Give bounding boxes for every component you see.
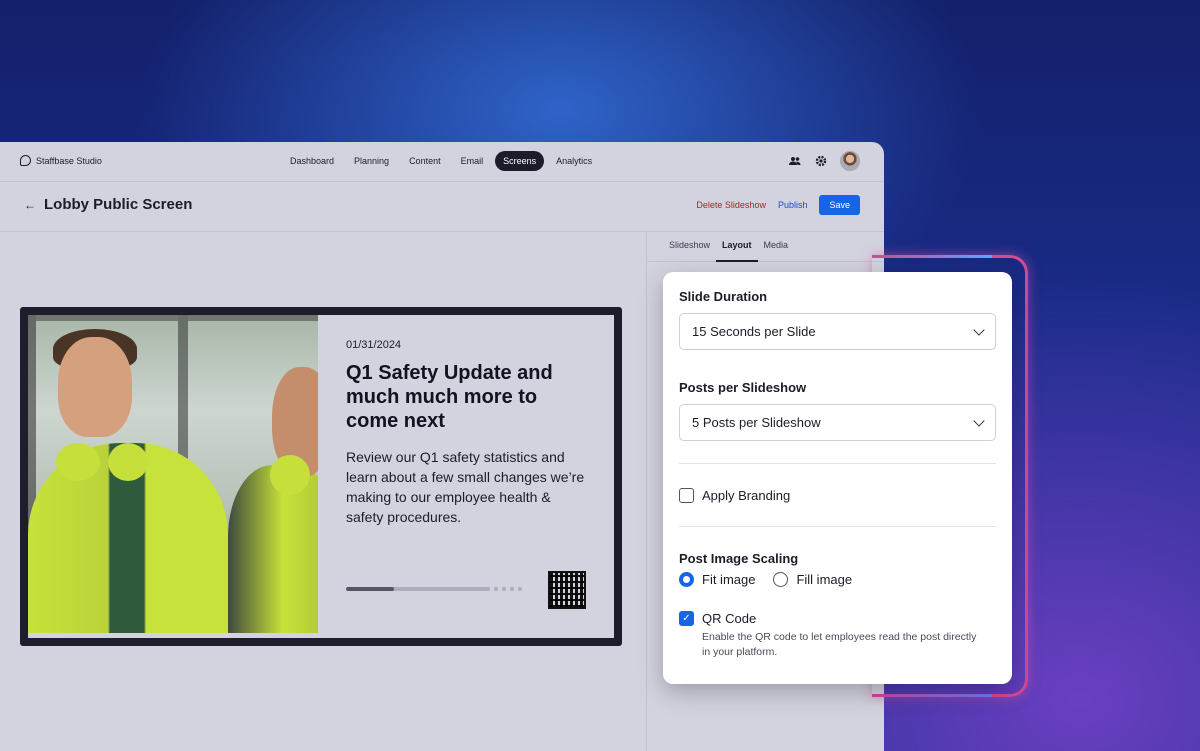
posts-per-slideshow-select[interactable]: 5 Posts per Slideshow: [679, 404, 996, 441]
brand[interactable]: Staffbase Studio: [20, 155, 102, 166]
progress-dot: [502, 587, 506, 591]
progress-bar: [346, 587, 490, 591]
slide-duration-select[interactable]: 15 Seconds per Slide: [679, 313, 996, 350]
header-actions: Delete Slideshow Publish Save: [696, 195, 860, 215]
brand-name: Staffbase Studio: [36, 155, 102, 166]
back-arrow-icon[interactable]: ←: [24, 198, 36, 212]
fit-image-label: Fit image: [702, 572, 756, 587]
top-icons: [788, 151, 860, 171]
posts-per-slideshow-label: Posts per Slideshow: [679, 380, 807, 395]
photo-ear-defender: [108, 443, 148, 481]
qr-code-icon: [548, 571, 586, 609]
slide: 01/31/2024 Q1 Safety Update and much muc…: [28, 315, 614, 638]
photo-person-2-body: [228, 465, 318, 633]
slide-preview: 01/31/2024 Q1 Safety Update and much muc…: [20, 307, 622, 646]
qr-code-checkbox[interactable]: ✓: [679, 611, 694, 626]
users-icon[interactable]: [788, 154, 802, 168]
slide-duration-label: Slide Duration: [679, 289, 768, 304]
slide-photo: [28, 315, 318, 633]
progress-dot: [518, 587, 522, 591]
page-title: Lobby Public Screen: [44, 196, 193, 213]
post-image-scaling-label: Post Image Scaling: [679, 551, 799, 566]
slide-date: 01/31/2024: [346, 339, 402, 351]
apply-branding-label: Apply Branding: [702, 488, 791, 503]
top-bar: Staffbase Studio Dashboard Planning Cont…: [0, 142, 884, 182]
slide-progress: [346, 587, 522, 591]
fill-image-radio[interactable]: [773, 572, 789, 587]
slide-duration-value: 15 Seconds per Slide: [692, 324, 816, 339]
progress-fill: [346, 587, 394, 591]
main-nav: Dashboard Planning Content Email Screens…: [282, 151, 600, 171]
apply-branding-checkbox[interactable]: [679, 488, 694, 503]
progress-dots: [494, 587, 522, 591]
qr-code-label: QR Code: [702, 611, 757, 626]
tab-layout[interactable]: Layout: [716, 232, 758, 262]
chevron-down-icon: [973, 323, 985, 336]
chevron-down-icon: [973, 414, 985, 427]
nav-content[interactable]: Content: [401, 151, 449, 171]
tab-media[interactable]: Media: [758, 232, 795, 262]
avatar[interactable]: [840, 151, 860, 171]
nav-planning[interactable]: Planning: [346, 151, 397, 171]
nav-analytics[interactable]: Analytics: [548, 151, 600, 171]
nav-screens[interactable]: Screens: [495, 151, 545, 171]
settings-tabs: Slideshow Layout Media: [647, 232, 884, 262]
posts-per-slideshow-value: 5 Posts per Slideshow: [692, 415, 821, 430]
photo-person-1-head: [58, 337, 132, 437]
layout-settings-card: Slide Duration 15 Seconds per Slide Post…: [663, 272, 1012, 684]
nav-dashboard[interactable]: Dashboard: [282, 151, 342, 171]
fit-image-radio[interactable]: [679, 572, 694, 587]
slide-body: Review our Q1 safety statistics and lear…: [346, 449, 585, 525]
qr-code-row: ✓ QR Code: [679, 611, 996, 626]
slide-headline: Q1 Safety Update and much much more to c…: [346, 362, 553, 432]
tab-slideshow[interactable]: Slideshow: [663, 232, 716, 262]
image-scaling-options: Fit image Fill image: [679, 572, 996, 587]
divider: [679, 463, 996, 464]
delete-slideshow-button[interactable]: Delete Slideshow: [696, 200, 766, 210]
save-button[interactable]: Save: [819, 195, 860, 215]
progress-dot: [494, 587, 498, 591]
progress-dot: [510, 587, 514, 591]
photo-ear-defender: [270, 455, 310, 495]
fill-image-label: Fill image: [796, 572, 853, 587]
publish-button[interactable]: Publish: [778, 200, 808, 210]
qr-code-hint: Enable the QR code to let employees read…: [702, 631, 977, 658]
staffbase-logo-icon: [20, 155, 31, 166]
apply-branding-row: Apply Branding: [679, 488, 996, 503]
page-header: ← Lobby Public Screen Delete Slideshow P…: [0, 182, 884, 232]
gear-icon[interactable]: [814, 154, 828, 168]
nav-email[interactable]: Email: [453, 151, 492, 171]
photo-ear-defender: [56, 443, 100, 481]
divider: [679, 526, 996, 527]
slide-content: 01/31/2024 Q1 Safety Update and much muc…: [318, 315, 614, 638]
